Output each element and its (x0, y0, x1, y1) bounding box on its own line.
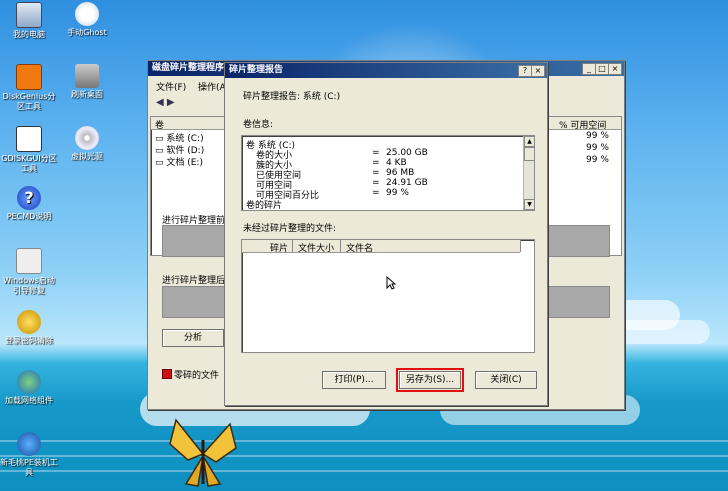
col-fragments[interactable]: 碎片 (270, 241, 288, 254)
col-file-size[interactable]: 文件大小 (298, 241, 334, 254)
volume-pct-c: 99 % (586, 131, 609, 141)
key-icon[interactable]: 登录密码清除 (0, 310, 58, 346)
scroll-up-icon[interactable]: ▲ (524, 136, 534, 147)
report-for-label: 碎片整理报告: 系统 (C:) (243, 92, 341, 102)
after-defrag-label: 进行碎片整理后 (162, 276, 226, 286)
close-button-dialog[interactable]: 关闭(C) (475, 371, 537, 389)
help-button[interactable]: ? (518, 65, 532, 77)
refresh-desktop-icon[interactable]: 刷新桌面 (58, 64, 116, 100)
scroll-thumb[interactable] (524, 147, 534, 161)
pe-installer-icon[interactable]: 新毛桃PE装机工具 (0, 432, 58, 478)
scroll-down-icon[interactable]: ▼ (524, 199, 534, 210)
gdiskgui-icon[interactable]: GDISKGUI分区工具 (0, 126, 58, 174)
column-free-percent[interactable]: % 可用空间 (559, 118, 606, 131)
col-divider (520, 240, 521, 252)
unfragmented-files-label: 未经过碎片整理的文件: (243, 224, 337, 234)
defrag-report-dialog: 碎片整理报告 ? × 碎片整理报告: 系统 (C:) 卷信息: 卷 系统 (C:… (224, 62, 548, 406)
volume-info-label: 卷信息: (243, 120, 274, 130)
save-as-button[interactable]: 另存为(S)... (396, 368, 464, 392)
network-globe-icon[interactable]: 加载网络组件 (0, 370, 58, 406)
analyze-button[interactable]: 分析 (162, 329, 224, 347)
info-value: 99 % (386, 188, 409, 198)
drive-icon: ▭ (155, 158, 167, 168)
help-icon[interactable]: ? PECMD说明 (0, 186, 58, 222)
mouse-cursor-icon (386, 276, 396, 290)
unfragmented-files-table[interactable]: 碎片 文件大小 文件名 (241, 239, 535, 353)
maximize-button[interactable]: □ (595, 63, 609, 75)
wave (0, 455, 728, 457)
print-button[interactable]: 打印(P)... (322, 371, 386, 389)
manual-ghost-icon[interactable]: 手动Ghost (58, 2, 116, 38)
virtual-cdrom-icon[interactable]: 虚拟光驱 (58, 126, 116, 162)
wave (0, 470, 728, 472)
info-row: 卷的碎片 (246, 201, 283, 211)
wave (0, 440, 728, 442)
col-divider (292, 240, 293, 252)
info-scrollbar[interactable]: ▲ ▼ (523, 136, 534, 210)
info-eq: = (372, 168, 380, 178)
info-eq: = (372, 158, 380, 168)
diskgenius-icon[interactable]: DiskGenius分区工具 (0, 64, 58, 112)
info-value: 25.00 GB (386, 148, 428, 158)
info-value: 96 MB (386, 168, 415, 178)
info-value: 4 KB (386, 158, 407, 168)
volume-row-e[interactable]: ▭ 文档 (E:) (155, 155, 203, 168)
dialog-close-icon[interactable]: × (531, 65, 545, 77)
info-eq: = (372, 188, 380, 198)
volume-info-list[interactable]: 卷 系统 (C:) 卷的大小 = 25.00 GB 簇的大小 = 4 KB 已使… (241, 135, 535, 211)
report-titlebar: 碎片整理报告 (225, 63, 547, 78)
back-icon[interactable]: ◀ ▶ (156, 97, 175, 108)
volume-pct-d: 99 % (586, 143, 609, 153)
boot-repair-icon[interactable]: Windows启动引导修复 (0, 248, 58, 296)
menu-action[interactable]: 操作(A (198, 80, 226, 93)
info-eq: = (372, 178, 380, 188)
my-computer-icon[interactable]: 我的电脑 (0, 2, 58, 40)
column-volume[interactable]: 卷 (155, 118, 164, 131)
close-button[interactable]: × (608, 63, 622, 75)
menu-file[interactable]: 文件(F) (156, 80, 186, 93)
col-file-name[interactable]: 文件名 (346, 241, 373, 254)
info-value: 24.91 GB (386, 178, 428, 188)
butterfly-image (169, 418, 237, 487)
col-divider (340, 240, 341, 252)
info-eq: = (372, 148, 380, 158)
volume-pct-e: 99 % (586, 155, 609, 165)
minimize-button[interactable]: _ (582, 63, 596, 75)
fragmented-legend-swatch (162, 369, 172, 379)
fragmented-legend-label: 零碎的文件 (174, 371, 220, 381)
